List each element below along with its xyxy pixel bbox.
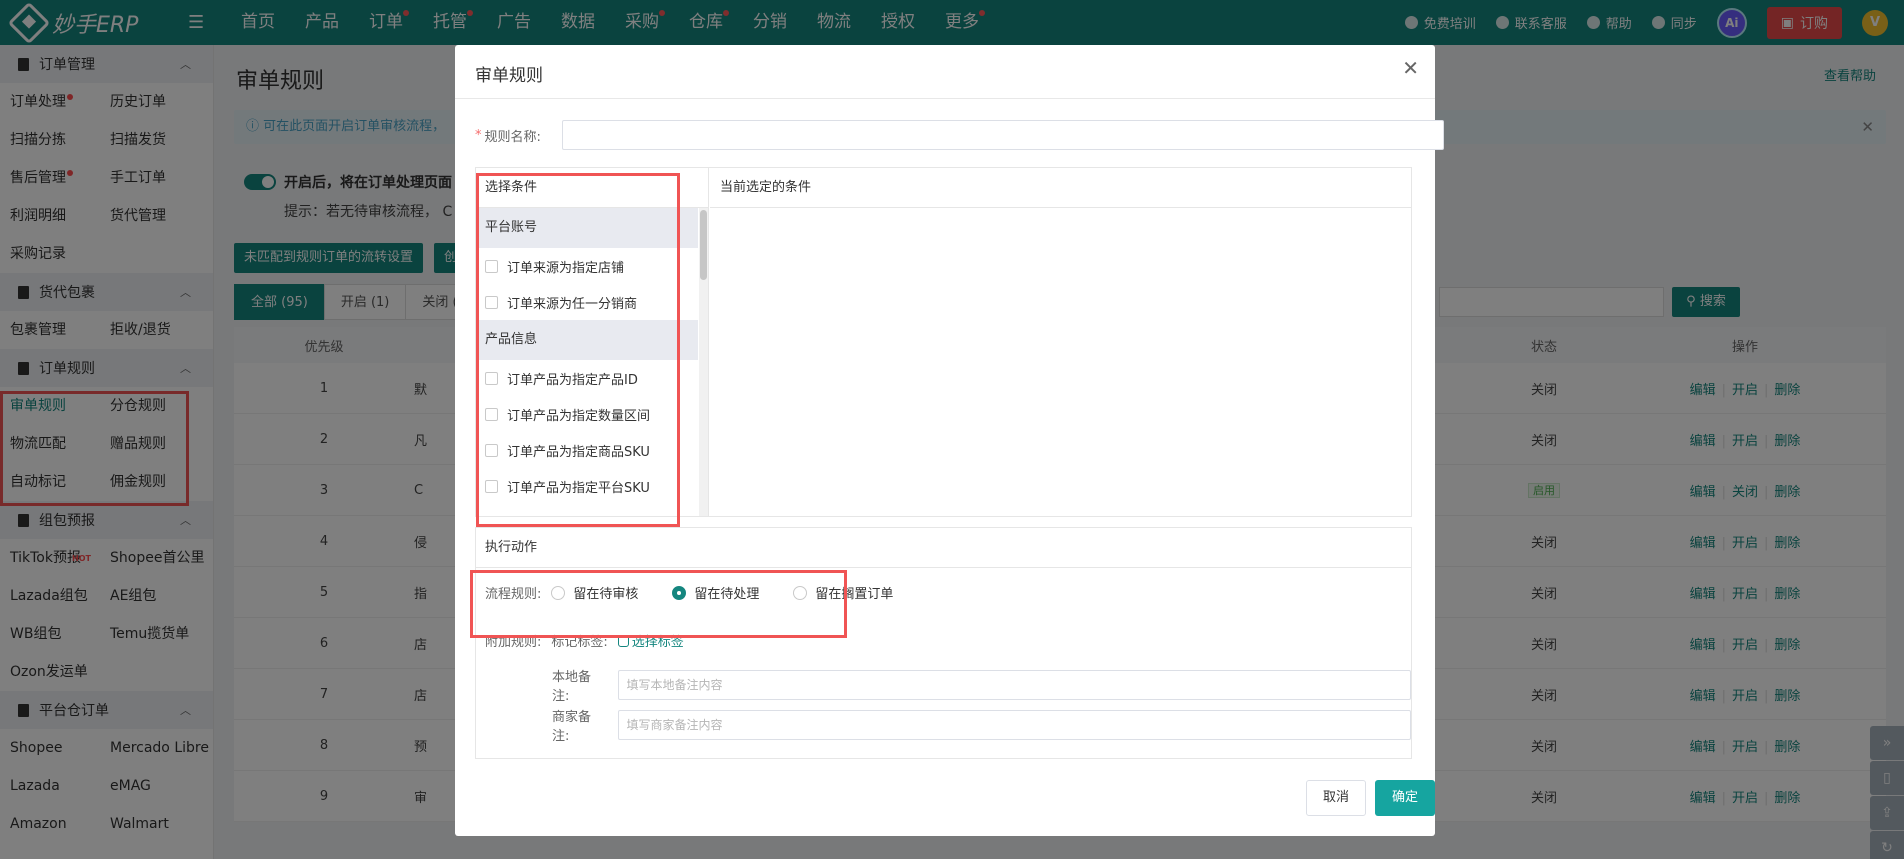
rule-name-input[interactable] — [561, 120, 1444, 150]
cancel-button[interactable]: 取消 — [1306, 780, 1366, 816]
condition-scrollbar[interactable] — [699, 208, 708, 516]
local-note-input[interactable] — [617, 670, 1411, 700]
local-note-row: 本地备注: — [552, 666, 1411, 704]
rule-name-row: * 规则名称: — [475, 120, 1444, 150]
local-note-label: 本地备注: — [552, 670, 592, 704]
merchant-note-label: 商家备注: — [552, 710, 592, 744]
scrollbar-thumb[interactable] — [700, 210, 707, 280]
merchant-note-input[interactable] — [617, 710, 1411, 740]
conditions-highlight-box — [476, 173, 680, 527]
dialog-title: 审单规则 — [475, 66, 543, 86]
merchant-note-row: 商家备注: — [552, 706, 1411, 744]
action-panel: 执行动作 流程规则: 留在待审核 留在待处理 留在搁置订单 附加规则: 标记标签: … — [475, 527, 1412, 759]
audit-rule-dialog: 审单规则 ✕ * 规则名称: 选择条件 平台账号 订单来源为指定店铺 订单来源为任一… — [455, 45, 1444, 836]
confirm-button[interactable]: 确定 — [1375, 780, 1435, 816]
flow-rule-highlight-box — [470, 570, 847, 638]
dialog-header: 审单规则 ✕ — [455, 45, 1435, 99]
execute-action-header: 执行动作 — [476, 528, 1411, 568]
rule-name-label: 规则名称: — [484, 129, 541, 145]
selected-conditions-header: 当前选定的条件 — [710, 168, 1412, 208]
close-icon[interactable]: ✕ — [1402, 56, 1419, 80]
required-marker: * — [475, 127, 482, 143]
